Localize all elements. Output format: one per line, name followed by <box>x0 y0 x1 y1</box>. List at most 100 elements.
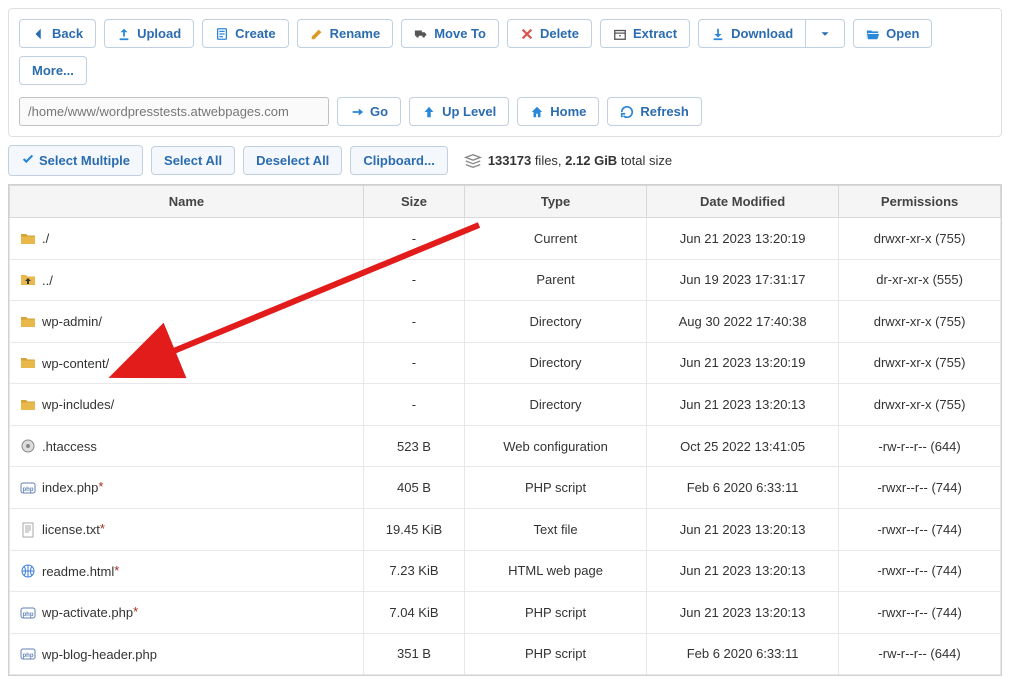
home-icon <box>530 105 544 119</box>
col-header-type[interactable]: Type <box>465 186 647 218</box>
cell-type: Directory <box>465 301 647 343</box>
cell-perm: -rw-r--r-- (644) <box>839 425 1001 467</box>
file-table: Name Size Type Date Modified Permissions… <box>9 185 1001 675</box>
cell-date: Jun 21 2023 13:20:13 <box>647 592 839 634</box>
open-button[interactable]: Open <box>853 19 932 48</box>
folder-icon <box>20 231 36 247</box>
cell-type: Web configuration <box>465 425 647 467</box>
table-row[interactable]: readme.html* 7.23 KiB HTML web page Jun … <box>10 550 1001 592</box>
cell-name: wp-includes/ <box>10 384 364 426</box>
select-all-button[interactable]: Select All <box>151 146 235 175</box>
cell-size: 405 B <box>363 467 464 509</box>
file-table-scroll[interactable]: Name Size Type Date Modified Permissions… <box>9 185 1001 675</box>
table-row[interactable]: wp-admin/ - Directory Aug 30 2022 17:40:… <box>10 301 1001 343</box>
stats-size-suffix: total size <box>617 153 672 168</box>
cell-size: - <box>363 259 464 301</box>
file-name: readme.html <box>42 564 114 579</box>
refresh-label: Refresh <box>640 104 688 119</box>
cell-size: - <box>363 218 464 260</box>
cell-perm: drwxr-xr-x (755) <box>839 218 1001 260</box>
create-button[interactable]: Create <box>202 19 288 48</box>
caret-down-icon <box>818 27 832 41</box>
deselect-all-button[interactable]: Deselect All <box>243 146 342 175</box>
cell-perm: drwxr-xr-x (755) <box>839 301 1001 343</box>
cell-type: PHP script <box>465 633 647 675</box>
up-level-button[interactable]: Up Level <box>409 97 509 126</box>
check-icon <box>21 152 35 169</box>
cell-size: - <box>363 342 464 384</box>
file-name: wp-activate.php <box>42 605 133 620</box>
select-all-label: Select All <box>164 153 222 168</box>
cell-name: php wp-blog-header.php <box>10 633 364 675</box>
cell-type: Parent <box>465 259 647 301</box>
home-label: Home <box>550 104 586 119</box>
table-row[interactable]: phpwp-blog-header.php 351 B PHP script F… <box>10 633 1001 675</box>
extract-button[interactable]: Extract <box>600 19 690 48</box>
download-button[interactable]: Download <box>698 19 806 48</box>
col-header-date[interactable]: Date Modified <box>647 186 839 218</box>
download-icon <box>711 27 725 41</box>
cell-date: Feb 6 2020 6:33:11 <box>647 633 839 675</box>
file-name: wp-blog-header.php <box>42 647 157 662</box>
refresh-button[interactable]: Refresh <box>607 97 701 126</box>
document-icon <box>215 27 229 41</box>
cell-size: - <box>363 384 464 426</box>
stack-icon <box>464 152 482 170</box>
table-row[interactable]: wp-content/ - Directory Jun 21 2023 13:2… <box>10 342 1001 384</box>
up-level-label: Up Level <box>442 104 496 119</box>
folder-icon <box>20 355 36 371</box>
cell-date: Jun 21 2023 13:20:13 <box>647 508 839 550</box>
upload-button[interactable]: Upload <box>104 19 194 48</box>
svg-text:php: php <box>23 612 34 618</box>
more-label: More... <box>32 63 74 78</box>
clipboard-button[interactable]: Clipboard... <box>350 146 448 175</box>
cell-type: HTML web page <box>465 550 647 592</box>
cell-perm: -rw-r--r-- (644) <box>839 633 1001 675</box>
create-label: Create <box>235 26 275 41</box>
go-button[interactable]: Go <box>337 97 401 126</box>
php-icon: php <box>20 646 36 662</box>
cell-perm: dr-xr-xr-x (555) <box>839 259 1001 301</box>
cell-name: .htaccess <box>10 425 364 467</box>
clipboard-label: Clipboard... <box>363 153 435 168</box>
cell-type: Directory <box>465 342 647 384</box>
archive-icon <box>613 27 627 41</box>
folder-open-icon <box>866 27 880 41</box>
download-dropdown-button[interactable] <box>806 19 845 48</box>
cell-date: Oct 25 2022 13:41:05 <box>647 425 839 467</box>
toolbar-row-2: Go Up Level Home Refresh <box>19 97 991 126</box>
table-row[interactable]: ./ - Current Jun 21 2023 13:20:19 drwxr-… <box>10 218 1001 260</box>
main-toolbar: Back Upload Create Rename Move To Delete… <box>8 8 1002 137</box>
arrow-right-icon <box>350 105 364 119</box>
file-name: ../ <box>42 273 53 288</box>
x-icon <box>520 27 534 41</box>
back-button[interactable]: Back <box>19 19 96 48</box>
home-button[interactable]: Home <box>517 97 599 126</box>
modified-marker: * <box>114 563 119 578</box>
select-multiple-label: Select Multiple <box>39 153 130 168</box>
move-to-button[interactable]: Move To <box>401 19 499 48</box>
select-multiple-button[interactable]: Select Multiple <box>8 145 143 176</box>
table-row[interactable]: license.txt* 19.45 KiB Text file Jun 21 … <box>10 508 1001 550</box>
col-header-name[interactable]: Name <box>10 186 364 218</box>
cell-perm: -rwxr--r-- (744) <box>839 508 1001 550</box>
table-row[interactable]: wp-includes/ - Directory Jun 21 2023 13:… <box>10 384 1001 426</box>
folder-up-icon <box>20 272 36 288</box>
more-button[interactable]: More... <box>19 56 87 85</box>
cell-date: Aug 30 2022 17:40:38 <box>647 301 839 343</box>
col-header-perm[interactable]: Permissions <box>839 186 1001 218</box>
col-header-size[interactable]: Size <box>363 186 464 218</box>
cell-type: Current <box>465 218 647 260</box>
toolbar-row-1: Back Upload Create Rename Move To Delete… <box>19 19 991 85</box>
svg-text:php: php <box>23 653 34 659</box>
rename-button[interactable]: Rename <box>297 19 394 48</box>
table-row[interactable]: ../ - Parent Jun 19 2023 17:31:17 dr-xr-… <box>10 259 1001 301</box>
modified-marker: * <box>100 521 105 536</box>
cell-perm: -rwxr--r-- (744) <box>839 592 1001 634</box>
cell-name: license.txt* <box>10 508 364 550</box>
table-row[interactable]: .htaccess 523 B Web configuration Oct 25… <box>10 425 1001 467</box>
delete-button[interactable]: Delete <box>507 19 592 48</box>
table-row[interactable]: phpwp-activate.php* 7.04 KiB PHP script … <box>10 592 1001 634</box>
path-input[interactable] <box>19 97 329 126</box>
table-row[interactable]: phpindex.php* 405 B PHP script Feb 6 202… <box>10 467 1001 509</box>
